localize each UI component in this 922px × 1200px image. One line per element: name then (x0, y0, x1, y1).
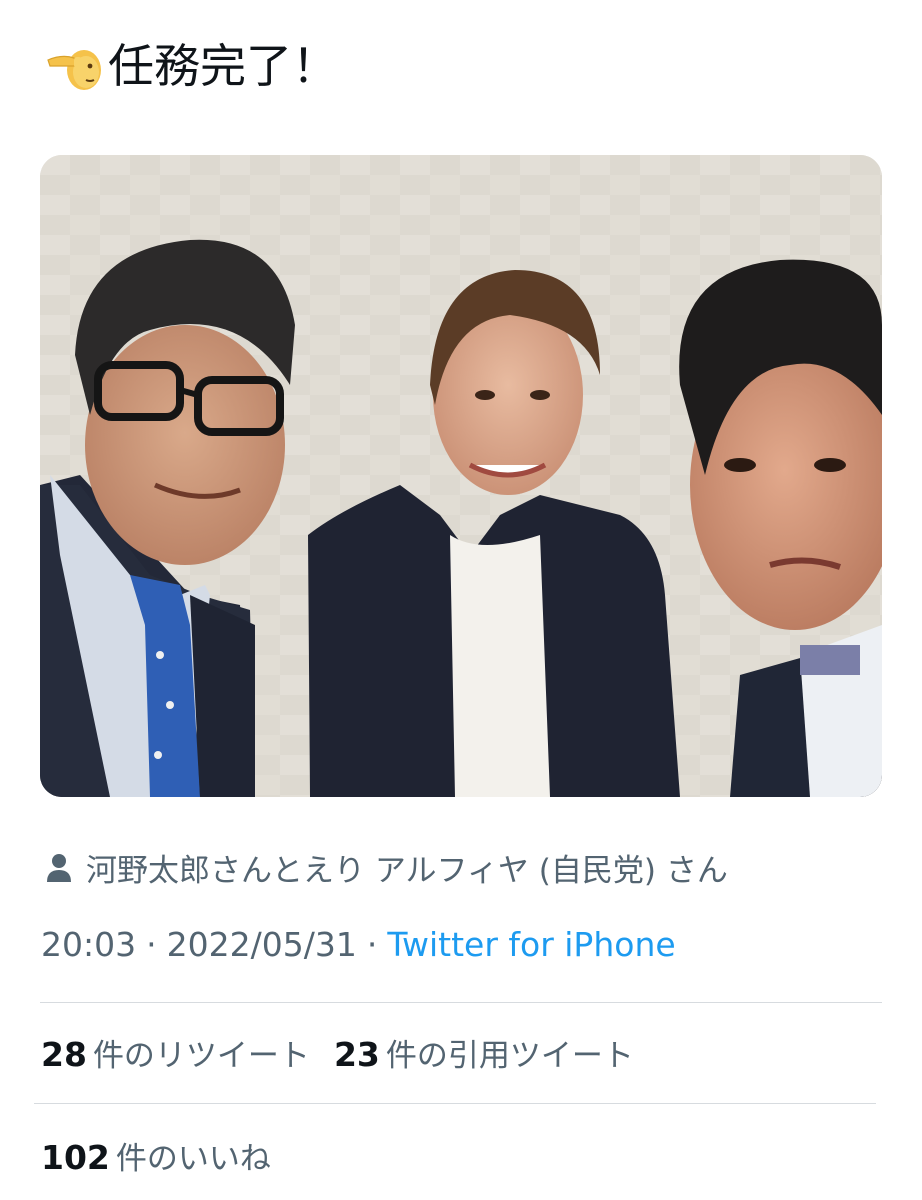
tweet-photo[interactable] (40, 155, 882, 797)
retweets-count: 28 (41, 1035, 87, 1074)
quote-tweets-count: 23 (333, 1035, 380, 1074)
tweet-meta: 20:03 · 2022/05/31 · Twitter for iPhone (41, 925, 676, 964)
tagged-users-text: 河野太郎さんとえり アルフィヤ (自民党) さん (86, 853, 728, 889)
divider (40, 1002, 882, 1003)
quote-tweets-label: 件の引用ツイート (385, 1038, 634, 1074)
likes-label: 件のいいね (115, 1141, 271, 1177)
quote-tweets-stat[interactable]: 23 件の引用ツイート (334, 1030, 634, 1075)
divider (34, 1103, 876, 1104)
likes-stat[interactable]: 102 件のいいね (41, 1133, 271, 1178)
retweets-stat[interactable]: 28 件のリツイート (41, 1030, 310, 1075)
likes-count: 102 (41, 1138, 110, 1177)
retweet-stats: 28 件のリツイート 23 件の引用ツイート (41, 1030, 634, 1075)
person-icon (47, 853, 71, 882)
retweets-label: 件のリツイート (92, 1038, 310, 1074)
backhand-index-pointing-left-emoji-icon (47, 50, 101, 90)
tweet-date: 2022/05/31 (166, 925, 357, 964)
likes-stats: 102 件のいいね (41, 1133, 271, 1178)
tagged-users[interactable]: 河野太郎さんとえり アルフィヤ (自民党) さん (46, 845, 728, 890)
tweet-text-row: 任務完了！ (44, 34, 338, 98)
meta-separator: · (366, 925, 378, 964)
meta-separator: · (146, 925, 157, 964)
tweet-body-text: 任務完了！ (108, 39, 338, 93)
tweet-source-link[interactable]: Twitter for iPhone (387, 925, 675, 964)
tweet-time: 20:03 (41, 925, 137, 964)
group-selfie-photo (40, 155, 882, 797)
